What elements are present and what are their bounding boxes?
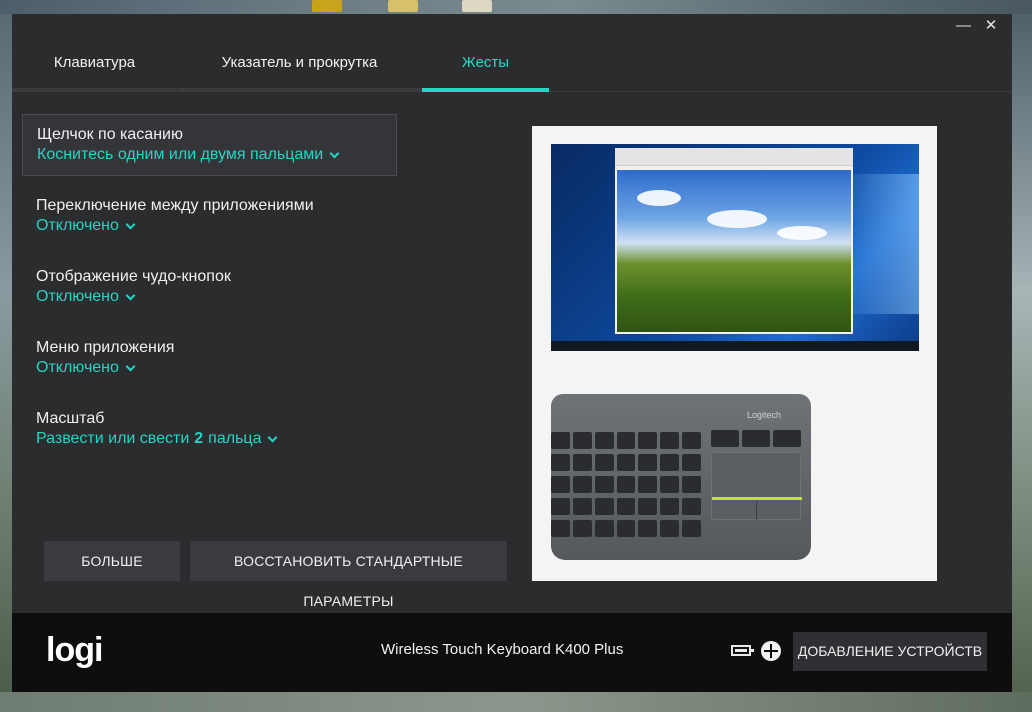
desktop-wallpaper-bottom <box>0 692 1032 712</box>
tab-keyboard[interactable]: Клавиатура <box>12 44 177 92</box>
gesture-value-dropdown[interactable]: Отключено <box>36 287 383 307</box>
cloud-shape <box>707 210 767 228</box>
close-button[interactable]: ✕ <box>984 16 998 36</box>
battery-icon <box>731 645 754 656</box>
gesture-value: Коснитесь одним или двумя пальцами <box>37 146 324 163</box>
desktop-wallpaper-left <box>0 14 12 712</box>
gesture-value-dropdown[interactable]: Развести или свести 2 пальца <box>36 429 383 449</box>
preview-taskbar <box>551 341 919 351</box>
active-tab-indicator <box>422 88 549 92</box>
window-controls: — ✕ <box>956 16 998 36</box>
minimize-button[interactable]: — <box>956 16 971 36</box>
more-button[interactable]: БОЛЬШЕ <box>44 541 180 581</box>
chevron-down-icon <box>268 432 278 443</box>
gesture-value: Отключено <box>36 217 119 234</box>
gesture-title: Меню приложения <box>36 339 175 356</box>
gesture-title: Масштаб <box>36 410 105 427</box>
key-row <box>551 454 702 471</box>
preview-browser-toolbar <box>615 148 853 166</box>
unifying-receiver-icon <box>761 641 781 661</box>
gesture-charms[interactable]: Отображение чудо-кнопок Отключено <box>22 257 397 317</box>
preview-browser-window <box>615 148 853 334</box>
desktop-shortcut-icon[interactable] <box>312 0 342 12</box>
key-row <box>551 520 702 537</box>
tab-divider <box>178 88 422 91</box>
gesture-value-suffix: пальца <box>208 430 262 447</box>
device-name[interactable]: Wireless Touch Keyboard K400 Plus <box>381 641 623 658</box>
gesture-tap-click[interactable]: Щелчок по касанию Коснитесь одним или дв… <box>22 114 397 176</box>
gesture-app-switch[interactable]: Переключение между приложениями Отключен… <box>22 186 397 246</box>
chevron-down-icon <box>125 361 136 372</box>
preview-desktop-screen <box>551 144 919 351</box>
tab-bar: Клавиатура Указатель и прокрутка Жесты <box>12 44 1012 92</box>
gesture-title: Щелчок по касанию <box>37 126 183 143</box>
preview-wheat-field-photo <box>617 170 851 332</box>
gesture-zoom[interactable]: Масштаб Развести или свести 2 пальца <box>22 399 397 459</box>
desktop-wallpaper-right <box>1012 14 1032 712</box>
key-row <box>551 432 702 449</box>
add-devices-button[interactable]: ДОБАВЛЕНИЕ УСТРОЙСТВ <box>793 632 987 671</box>
gesture-value: Отключено <box>36 359 119 376</box>
touchpad-button-split <box>756 501 757 521</box>
gesture-title: Отображение чудо-кнопок <box>36 268 231 285</box>
media-key-row <box>711 430 801 447</box>
desktop-folder-icon[interactable] <box>388 0 418 12</box>
logitech-options-window: — ✕ Клавиатура Указатель и прокрутка Жес… <box>12 14 1012 692</box>
desktop-wallpaper-top <box>0 0 1032 14</box>
touchpad-accent-line <box>712 497 802 500</box>
desktop-file-icon[interactable] <box>462 0 492 12</box>
footer-bar: logi Wireless Touch Keyboard K400 Plus Д… <box>12 613 1012 692</box>
tab-divider <box>12 88 177 91</box>
gesture-title: Переключение между приложениями <box>36 197 314 214</box>
key-row <box>551 498 702 515</box>
cloud-shape <box>777 226 827 240</box>
preview-keyboard: Logitech <box>551 394 811 560</box>
chevron-down-icon <box>125 219 136 230</box>
keyboard-brand: Logitech <box>747 410 782 420</box>
gesture-value-dropdown[interactable]: Отключено <box>36 216 383 236</box>
gesture-value: Отключено <box>36 288 119 305</box>
gesture-value-dropdown[interactable]: Коснитесь одним или двумя пальцами <box>37 145 382 165</box>
tab-pointer-scroll[interactable]: Указатель и прокрутка <box>177 44 422 92</box>
gesture-app-menu[interactable]: Меню приложения Отключено <box>22 328 397 388</box>
chevron-down-icon <box>125 290 136 301</box>
restore-defaults-button[interactable]: ВОССТАНОВИТЬ СТАНДАРТНЫЕ ПАРАМЕТРЫ <box>190 541 507 609</box>
cloud-shape <box>637 190 681 206</box>
gesture-value-fingers: 2 <box>194 430 204 447</box>
gesture-value-prefix: Развести или свести <box>36 430 190 447</box>
tab-gestures[interactable]: Жесты <box>422 44 549 92</box>
key-row <box>551 476 702 493</box>
keyboard-touchpad <box>711 452 802 521</box>
gesture-preview-image: Logitech <box>532 126 937 581</box>
logi-logo: logi <box>46 631 103 669</box>
chevron-down-icon <box>329 148 340 159</box>
gesture-value-dropdown[interactable]: Отключено <box>36 358 383 378</box>
